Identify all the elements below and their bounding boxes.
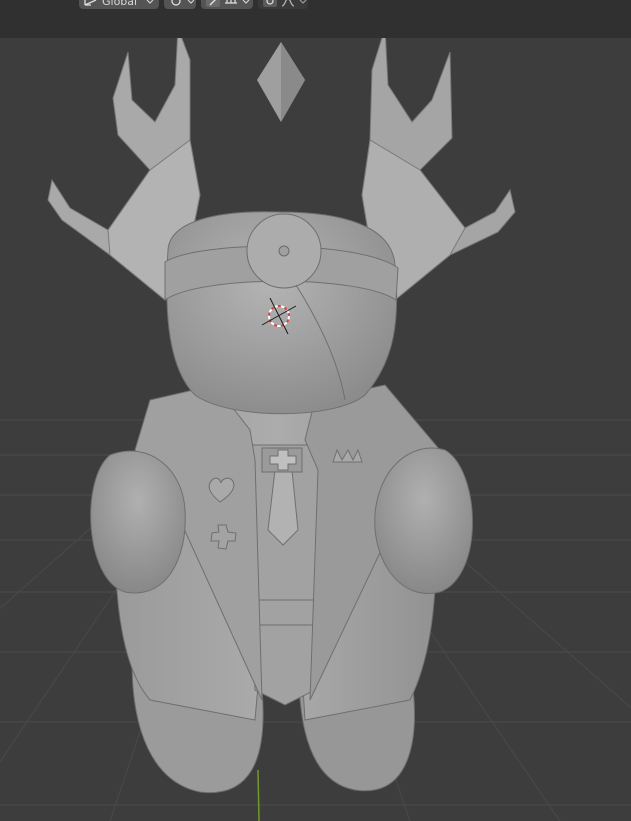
chevron-down-icon	[299, 0, 307, 4]
snap-increment-icon	[225, 0, 237, 4]
y-axis-line	[257, 769, 260, 821]
snap-dropdown[interactable]	[201, 0, 253, 9]
viewport-scene	[0, 38, 631, 821]
transform-orientation-label: Global	[102, 0, 138, 8]
3d-viewport[interactable]	[0, 38, 631, 821]
chevron-down-icon	[242, 0, 250, 4]
pivot-point-icon	[171, 0, 181, 6]
transform-orientation-dropdown[interactable]: Global	[79, 0, 159, 9]
chevron-down-icon	[187, 0, 195, 4]
transform-orientation-icon	[84, 0, 97, 6]
viewport-header: Global	[0, 0, 631, 38]
diamond-mesh[interactable]	[257, 42, 305, 122]
proportional-editing-icon[interactable]	[263, 0, 277, 7]
pivot-point-dropdown[interactable]	[164, 0, 196, 9]
chevron-down-icon	[146, 0, 154, 4]
head-mesh[interactable]	[164, 211, 399, 415]
falloff-curve-icon	[281, 0, 295, 7]
proportional-editing-dropdown[interactable]	[258, 0, 308, 9]
snap-magnet-icon[interactable]	[206, 0, 220, 7]
